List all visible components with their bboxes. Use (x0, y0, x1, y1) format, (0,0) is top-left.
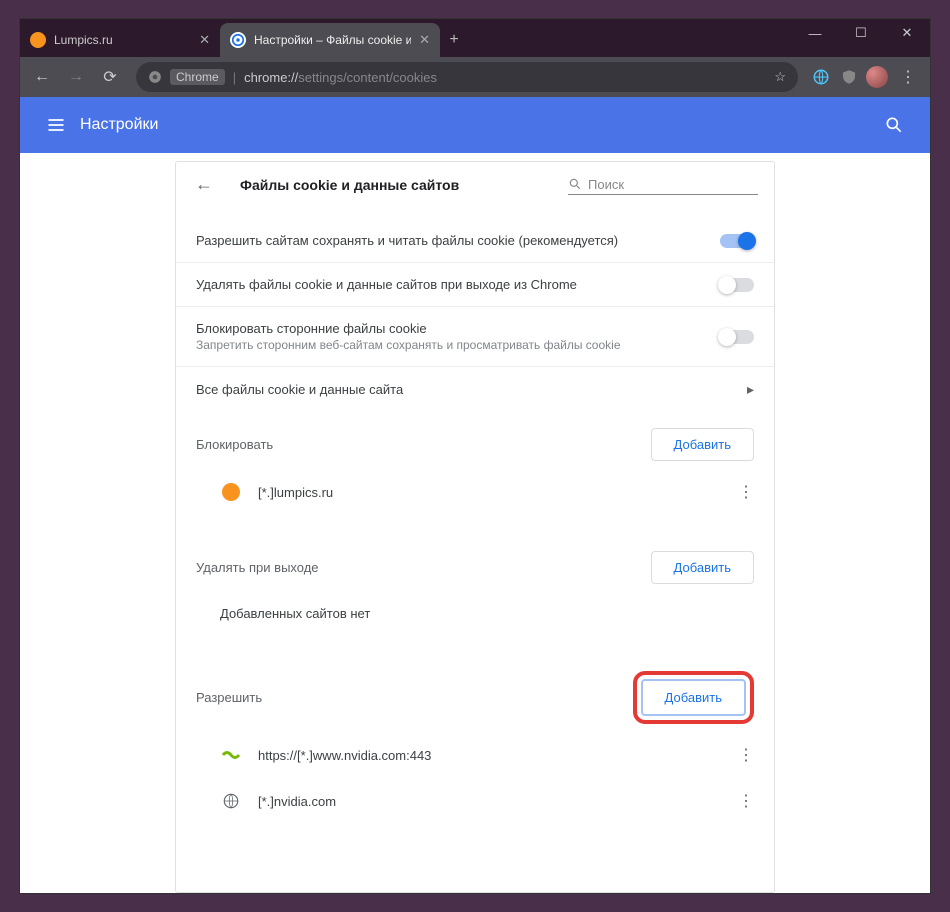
back-button[interactable]: ← (26, 61, 58, 93)
browser-window: Lumpics.ru ✕ Настройки – Файлы cookie и … (19, 18, 931, 894)
toggle-allow-cookies[interactable] (720, 234, 754, 248)
site-row-lumpics[interactable]: [*.]lumpics.ru ⋮ (176, 469, 774, 515)
extension-shield-icon[interactable] (836, 64, 862, 90)
card-search-input[interactable]: Поиск (568, 175, 758, 195)
favicon-settings (230, 32, 246, 48)
section-clear-header: Удалять при выходе Добавить (176, 535, 774, 592)
appbar-title: Настройки (80, 116, 158, 134)
tab-title: Настройки – Файлы cookie и да (254, 33, 411, 47)
row-label: Блокировать сторонние файлы cookie Запре… (196, 321, 720, 352)
tab-settings[interactable]: Настройки – Файлы cookie и да ✕ (220, 23, 440, 57)
bookmark-icon[interactable]: ☆ (774, 69, 786, 85)
tab-strip: Lumpics.ru ✕ Настройки – Файлы cookie и … (20, 23, 468, 57)
tab-lumpics[interactable]: Lumpics.ru ✕ (20, 23, 220, 57)
row-sublabel: Запретить сторонним веб-сайтам сохранять… (196, 338, 720, 352)
menu-button[interactable]: ⋮ (892, 61, 924, 93)
add-block-button[interactable]: Добавить (651, 428, 754, 461)
forward-button[interactable]: → (60, 61, 92, 93)
extension-globe-icon[interactable] (808, 64, 834, 90)
cookies-card: ← Файлы cookie и данные сайтов Поиск Раз… (175, 161, 775, 893)
appbar-search-button[interactable] (874, 115, 914, 135)
minimize-button[interactable]: — (792, 19, 838, 47)
section-title: Блокировать (196, 437, 273, 452)
site-label: [*.]nvidia.com (258, 794, 336, 809)
back-arrow-icon[interactable]: ← (192, 174, 216, 195)
add-clear-button[interactable]: Добавить (651, 551, 754, 584)
tab-title: Lumpics.ru (54, 33, 191, 47)
toggle-clear-on-exit[interactable] (720, 278, 754, 292)
window-controls: — ☐ ✕ (792, 19, 930, 47)
row-label: Удалять файлы cookie и данные сайтов при… (196, 277, 720, 292)
section-allow-header: Разрешить Добавить (176, 655, 774, 732)
close-icon[interactable]: ✕ (419, 32, 430, 48)
settings-page: ← Файлы cookie и данные сайтов Поиск Раз… (20, 153, 930, 893)
section-block-header: Блокировать Добавить (176, 412, 774, 469)
site-favicon-icon (220, 481, 242, 503)
hamburger-icon[interactable] (36, 115, 76, 135)
row-block-third-party[interactable]: Блокировать сторонние файлы cookie Запре… (176, 306, 774, 366)
site-label: https://[*.]www.nvidia.com:443 (258, 748, 431, 763)
row-label: Разрешить сайтам сохранять и читать файл… (196, 233, 720, 248)
section-title: Удалять при выходе (196, 560, 319, 575)
url-host: chrome://settings/content/cookies (244, 70, 437, 85)
favicon-lumpics (30, 32, 46, 48)
address-bar[interactable]: Chrome | chrome://settings/content/cooki… (136, 62, 798, 92)
section-title: Разрешить (196, 690, 262, 705)
card-header: ← Файлы cookie и данные сайтов Поиск (176, 162, 774, 207)
site-row-nvidia[interactable]: [*.]nvidia.com ⋮ (176, 778, 774, 824)
globe-icon (220, 790, 242, 812)
reload-button[interactable]: ⟳ (94, 61, 126, 93)
content-area: Настройки ← Файлы cookie и данные сайтов… (20, 97, 930, 893)
row-all-site-data[interactable]: Все файлы cookie и данные сайта ▸ (176, 366, 774, 412)
row-clear-on-exit[interactable]: Удалять файлы cookie и данные сайтов при… (176, 262, 774, 306)
new-tab-button[interactable]: + (440, 23, 468, 57)
chrome-chip: Chrome (170, 69, 225, 85)
search-placeholder: Поиск (588, 177, 624, 192)
titlebar: Lumpics.ru ✕ Настройки – Файлы cookie и … (20, 19, 930, 57)
site-label: [*.]lumpics.ru (258, 485, 333, 500)
chevron-right-icon: ▸ (747, 381, 754, 398)
row-label: Все файлы cookie и данные сайта (196, 382, 747, 397)
add-allow-button[interactable]: Добавить (641, 679, 746, 716)
toggle-block-third[interactable] (720, 330, 754, 344)
maximize-button[interactable]: ☐ (838, 19, 884, 47)
row-allow-cookies[interactable]: Разрешить сайтам сохранять и читать файл… (176, 219, 774, 262)
profile-avatar[interactable] (864, 64, 890, 90)
site-favicon-icon (220, 744, 242, 766)
close-window-button[interactable]: ✕ (884, 19, 930, 47)
empty-clear-text: Добавленных сайтов нет (176, 592, 774, 635)
card-title: Файлы cookie и данные сайтов (240, 177, 459, 193)
more-icon[interactable]: ⋮ (738, 791, 754, 811)
toolbar: ← → ⟳ Chrome | chrome://settings/content… (20, 57, 930, 97)
highlight-annotation: Добавить (633, 671, 754, 724)
site-row-nvidia-443[interactable]: https://[*.]www.nvidia.com:443 ⋮ (176, 732, 774, 778)
more-icon[interactable]: ⋮ (738, 482, 754, 502)
close-icon[interactable]: ✕ (199, 32, 210, 48)
chrome-icon (148, 70, 162, 84)
more-icon[interactable]: ⋮ (738, 745, 754, 765)
settings-appbar: Настройки (20, 97, 930, 153)
